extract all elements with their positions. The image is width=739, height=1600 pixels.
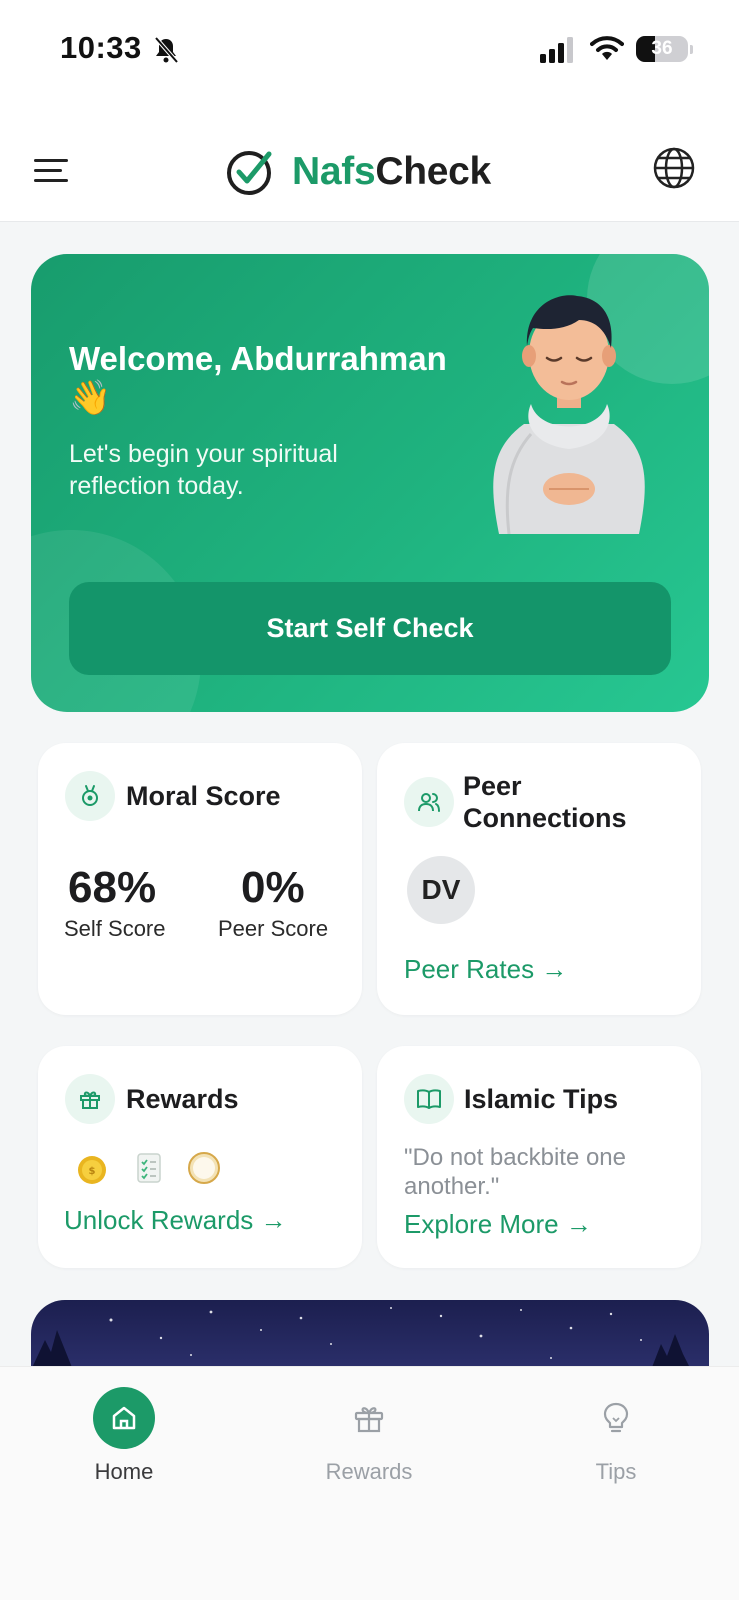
islamic-tips-card[interactable]: Islamic Tips "Do not backbite one anothe… xyxy=(377,1046,701,1268)
self-score-label: Self Score xyxy=(64,916,166,941)
rewards-card[interactable]: Rewards $ Unlock Rewards → xyxy=(38,1046,362,1268)
lightbulb-icon xyxy=(585,1387,647,1449)
praying-person-illustration xyxy=(493,295,645,534)
status-bar: 10:33 36 xyxy=(0,0,739,100)
users-icon xyxy=(404,777,454,827)
peer-connections-card[interactable]: Peer Connections DV Peer Rates → xyxy=(377,743,701,1015)
tip-quote: "Do not backbite one another." xyxy=(404,1144,626,1200)
medal-icon xyxy=(65,771,115,821)
wifi-icon xyxy=(590,36,624,60)
night-sky-illustration xyxy=(31,1307,691,1370)
nav-home-label: Home xyxy=(94,1459,154,1484)
logo-text: NafsCheck xyxy=(292,150,491,194)
app-header: NafsCheck xyxy=(0,100,739,222)
peer-connections-title: Peer Connections xyxy=(463,771,627,833)
compass-badge-icon xyxy=(188,1152,220,1184)
home-icon xyxy=(93,1387,155,1449)
bottom-navigation: Home Rewards Tips xyxy=(0,1366,739,1600)
welcome-subtitle: Let's begin your spiritual reflection to… xyxy=(69,440,338,500)
night-sky-banner[interactable] xyxy=(31,1300,709,1370)
gift-icon xyxy=(65,1074,115,1124)
start-self-check-button[interactable]: Start Self Check xyxy=(69,582,671,675)
moral-score-title: Moral Score xyxy=(126,781,281,811)
welcome-title: Welcome, Abdurrahman xyxy=(69,340,447,377)
book-icon xyxy=(404,1074,454,1124)
check-circle-icon xyxy=(227,151,272,195)
nav-home[interactable]: Home xyxy=(44,1387,204,1485)
unlock-rewards-link[interactable]: Unlock Rewards → xyxy=(64,1205,287,1236)
logo-text-check: Check xyxy=(375,150,491,193)
peer-score-value: 0% xyxy=(241,863,305,912)
wave-emoji: 👋 xyxy=(69,379,112,417)
coin-badge-icon: $ xyxy=(78,1156,106,1184)
bell-muted-icon xyxy=(154,36,179,64)
nav-tips-label: Tips xyxy=(595,1459,637,1484)
welcome-card: Welcome, Abdurrahman 👋 Let's begin your … xyxy=(31,254,709,712)
logo-text-nafs: Nafs xyxy=(292,150,376,193)
peer-avatar[interactable]: DV xyxy=(407,856,475,924)
status-time: 10:33 xyxy=(60,30,142,65)
nav-tips[interactable]: Tips xyxy=(536,1387,696,1485)
rewards-title: Rewards xyxy=(126,1084,239,1114)
peer-score-label: Peer Score xyxy=(218,916,329,941)
nav-rewards[interactable]: Rewards xyxy=(289,1387,449,1485)
cellular-signal-icon xyxy=(540,37,573,63)
peer-rates-link[interactable]: Peer Rates → xyxy=(404,954,567,985)
battery-icon: 36 xyxy=(636,36,688,62)
explore-more-link[interactable]: Explore More → xyxy=(404,1209,592,1240)
islamic-tips-title: Islamic Tips xyxy=(464,1084,619,1114)
battery-percent: 36 xyxy=(651,38,673,59)
moral-score-card[interactable]: Moral Score 68% Self Score 0% Peer Score xyxy=(38,743,362,1015)
svg-text:$: $ xyxy=(89,1166,96,1177)
gift-icon xyxy=(338,1387,400,1449)
nav-rewards-label: Rewards xyxy=(325,1459,413,1484)
self-score-value: 68% xyxy=(68,863,157,912)
menu-button[interactable] xyxy=(34,155,74,187)
globe-icon[interactable] xyxy=(652,146,696,190)
battery-tip xyxy=(690,45,693,54)
checklist-badge-icon xyxy=(137,1153,161,1183)
app-logo: NafsCheck xyxy=(226,148,491,196)
